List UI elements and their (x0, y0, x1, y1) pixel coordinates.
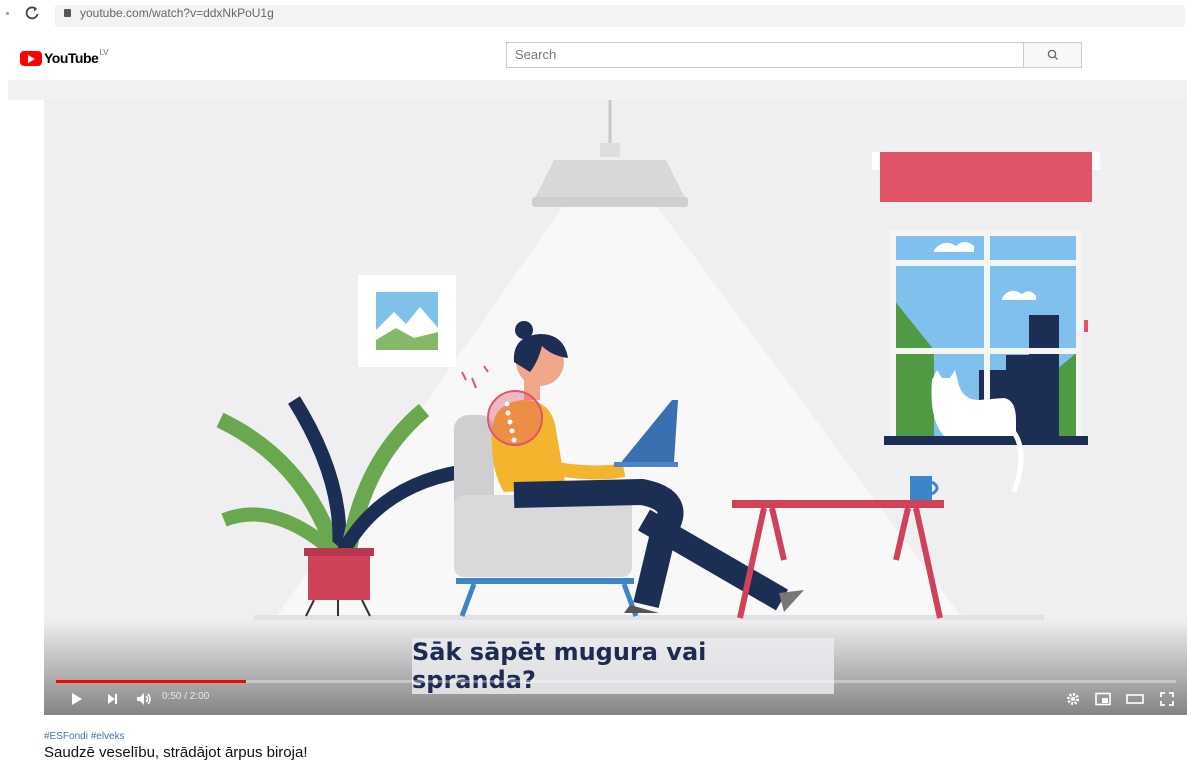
next-icon (108, 694, 117, 704)
next-button[interactable] (100, 689, 124, 709)
theater-mode-button[interactable] (1124, 689, 1146, 709)
video-title: Saudzē veselību, strādājot ārpus biroja! (44, 744, 308, 761)
back-dot-icon (6, 12, 9, 15)
reload-icon[interactable] (24, 5, 40, 26)
logo-suffix: LV (99, 47, 109, 57)
play-button[interactable] (64, 689, 88, 709)
miniplayer-button[interactable] (1092, 689, 1114, 709)
youtube-header: YouTube LV (0, 32, 1187, 80)
browser-address-bar: youtube.com/watch?v=ddxNkPoU1g (0, 0, 1187, 32)
theater-icon (1126, 694, 1144, 704)
settings-icon (1067, 693, 1079, 705)
miniplayer-icon (1095, 692, 1111, 706)
search-box[interactable] (506, 42, 1024, 68)
logo-text: YouTube (44, 50, 99, 66)
youtube-logo[interactable]: YouTube LV (20, 47, 109, 66)
time-display: 0:50 / 2:00 (162, 691, 210, 702)
video-player[interactable]: Sāk sāpēt mugura vai spranda? 0:50 / 2:0… (44, 100, 1187, 715)
video-hashtags[interactable]: #ESFondi #elveks (44, 731, 125, 742)
volume-button[interactable] (132, 689, 156, 709)
search-icon (1047, 49, 1058, 60)
player-controls: 0:50 / 2:00 (44, 683, 1187, 715)
youtube-play-logo-icon (20, 50, 42, 66)
video-frame-illustration (44, 100, 1187, 715)
page-band (8, 80, 1187, 100)
volume-icon (137, 693, 151, 705)
search-input[interactable] (507, 43, 1023, 66)
search-button[interactable] (1024, 42, 1082, 68)
settings-button[interactable] (1062, 689, 1084, 709)
fullscreen-icon (1160, 692, 1174, 706)
lock-icon (64, 9, 71, 17)
url-text[interactable]: youtube.com/watch?v=ddxNkPoU1g (80, 6, 274, 20)
fullscreen-button[interactable] (1156, 689, 1178, 709)
play-icon (72, 693, 82, 705)
